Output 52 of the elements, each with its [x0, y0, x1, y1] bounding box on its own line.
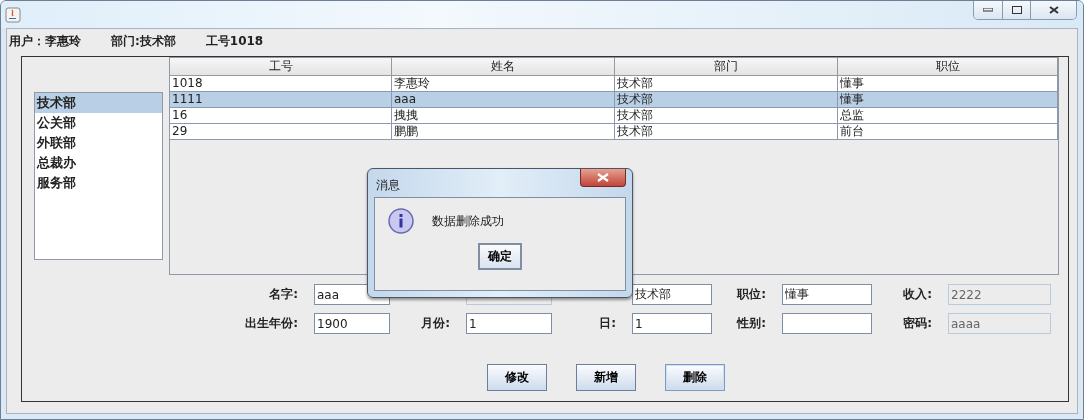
department-item[interactable]: 技术部 [35, 93, 162, 113]
action-button[interactable]: 修改 [487, 364, 547, 391]
close-button[interactable] [1030, 1, 1076, 19]
close-icon [1048, 6, 1059, 14]
table-cell: 技术部 [615, 124, 838, 140]
ok-button[interactable]: 确定 [478, 243, 522, 270]
field-label: 收入: [902, 286, 933, 303]
table-cell: aaa [392, 92, 615, 108]
table-cell: 鹏鹏 [392, 124, 615, 140]
table-cell: 懂事 [838, 92, 1058, 108]
field-label: 密码: [902, 315, 933, 332]
table-cell: 29 [170, 124, 392, 140]
close-icon [597, 173, 609, 182]
column-header[interactable]: 姓名 [392, 58, 615, 76]
dialog-title: 消息 [375, 177, 400, 194]
field-label: 名字: [268, 286, 299, 303]
user-info-text: 工号1018 [205, 32, 264, 50]
action-button[interactable]: 删除 [665, 364, 725, 391]
table-cell: 技术部 [615, 76, 838, 92]
field-label: 日: [598, 315, 617, 332]
dialog-message: 数据删除成功 [432, 212, 504, 230]
table-cell: 1111 [170, 92, 392, 108]
input-field[interactable] [782, 313, 872, 334]
input-field[interactable]: 懂事 [782, 284, 872, 305]
maximize-button[interactable] [1002, 1, 1030, 19]
field-label: 月份: [420, 315, 451, 332]
table-cell: 李惠玲 [392, 76, 615, 92]
table-cell: 技术部 [615, 92, 838, 108]
action-button[interactable]: 新增 [576, 364, 636, 391]
table-cell: 前台 [838, 124, 1058, 140]
column-header[interactable]: 职位 [838, 58, 1058, 76]
user-info-text: 用户：李惠玲 [9, 32, 81, 50]
minimize-icon [983, 8, 993, 12]
column-header[interactable]: 部门 [615, 58, 838, 76]
info-icon [388, 208, 414, 234]
input-field[interactable]: 1 [632, 313, 712, 334]
input-field[interactable]: 1 [466, 313, 552, 334]
input-field[interactable]: 1900 [314, 313, 390, 334]
table-cell: 16 [170, 108, 392, 124]
user-info-text: 部门:技术部 [111, 32, 176, 50]
input-field[interactable]: 技术部 [632, 284, 712, 305]
table-cell: 懂事 [838, 76, 1058, 92]
field-label: 职位: [735, 286, 767, 303]
close-button[interactable] [580, 169, 626, 187]
field-label: 性别: [735, 315, 767, 332]
table-cell: 拽拽 [392, 108, 615, 124]
table-cell: 1018 [170, 76, 392, 92]
table-cell: 总监 [838, 108, 1058, 124]
maximize-icon [1011, 6, 1022, 14]
table-cell: 技术部 [615, 108, 838, 124]
column-header[interactable]: 工号 [170, 58, 392, 76]
field-label: 出生年份: [244, 315, 299, 332]
